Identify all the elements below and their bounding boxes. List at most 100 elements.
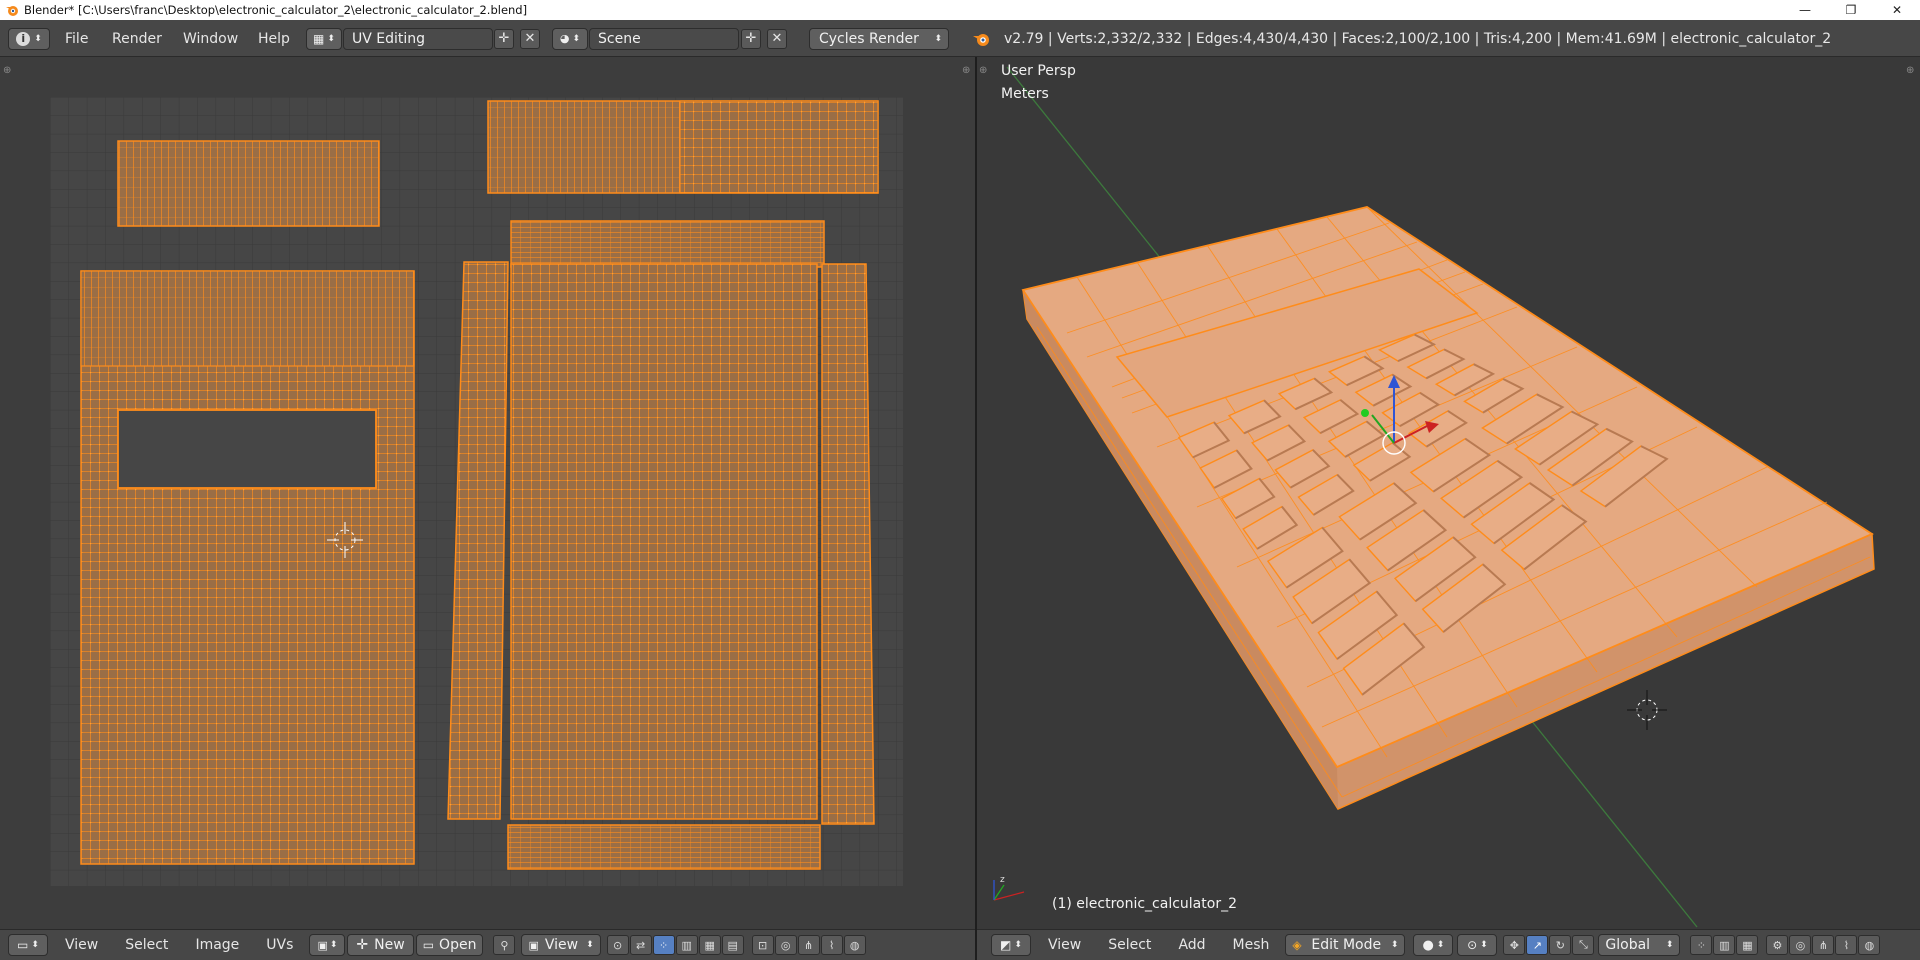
scene-name-field[interactable]: Scene [589,27,739,50]
close-window-button[interactable]: ✕ [1874,0,1920,20]
rotate-manipulator-icon[interactable]: ↻ [1549,935,1572,955]
blender-logo-icon [973,33,989,46]
area-corner-icon[interactable]: ⊕ [979,66,989,76]
uv-canvas[interactable] [0,57,975,929]
uv-island-bottom-strip[interactable] [507,824,821,870]
area-corner-icon[interactable]: ⊕ [962,66,972,76]
3d-menu-add[interactable]: Add [1178,937,1205,953]
minimize-button[interactable]: — [1782,0,1828,20]
3d-viewport-area[interactable]: ⊕ ⊕ z User Persp Meters (1) electronic_c… [977,57,1920,929]
translate-manipulator-icon[interactable]: ↗ [1526,935,1549,955]
delete-screen-button[interactable]: ✕ [520,28,540,49]
3d-viewport-header: ◩ ⬍ View Select Add Mesh ◈ Edit Mode ⬍ ●… [977,929,1920,960]
delete-scene-button[interactable]: ✕ [767,28,787,49]
sync-selection-icon[interactable]: ⇄ [629,935,652,955]
uv-editor-header: ▭ ⬍ View Select Image UVs ▣ ⬍ ✛ New ▭ Open… [0,929,975,960]
view-mode-selector[interactable]: ▣ View ⬍ [521,934,601,956]
open-image-button[interactable]: ▭ Open [415,934,484,956]
image-icon: ▣ [317,938,328,952]
pivot-icon: ⊙ [1467,938,1478,952]
scene-icon: ◕ [559,32,570,45]
3d-menu-mesh[interactable]: Mesh [1233,937,1270,953]
screen-layout-name: UV Editing [352,30,426,47]
axis-gizmo-icon: z [993,875,1025,901]
plus-icon: ✛ [745,31,757,46]
window-titlebar: Blender* [C:\Users\franc\Desktop\electro… [0,0,1920,20]
uv-island-back-face[interactable] [510,220,825,820]
3d-menu-view[interactable]: View [1048,937,1081,953]
3d-cursor-icon[interactable] [1627,690,1667,730]
chevron-updown-icon: ⬍ [1436,940,1445,950]
vertex-select-mode-icon[interactable]: ⁘ [1690,935,1713,955]
chevron-updown-icon: ⬍ [34,33,42,44]
overlay-icon[interactable]: ◍ [1858,935,1881,955]
add-screen-button[interactable]: ✛ [494,28,514,49]
scene-selector[interactable]: ◕ ⬍ [552,27,588,50]
snap-icon[interactable]: ⋔ [1812,935,1835,955]
proportional-edit-icon[interactable]: ◎ [1789,935,1812,955]
snap-target-icon[interactable]: ⌇ [820,935,843,955]
chevron-updown-icon: ⬍ [327,33,335,44]
chevron-updown-icon: ⬍ [31,940,39,950]
snap-icon[interactable]: ⋔ [797,935,820,955]
scale-manipulator-icon[interactable]: ⤡ [1572,935,1595,955]
viewport-shading-selector[interactable]: ● ⬍ [1413,934,1454,956]
limit-selection-icon[interactable]: ⚙ [1766,935,1789,955]
screen-layout-name-field[interactable]: UV Editing [343,27,493,50]
scene-statistics: v2.79 | Verts:2,332/2,332 | Edges:4,430/… [1004,30,1832,47]
restore-button[interactable]: ❐ [1828,0,1874,20]
layout-grid-icon: ▦ [313,31,325,46]
transform-orientation-selector[interactable]: Global ⬍ [1598,934,1681,956]
uv-island-front-face[interactable] [80,270,415,865]
screen-layout-selector[interactable]: ▦ ⬍ [306,27,342,50]
uv-menu-view[interactable]: View [65,937,98,953]
render-engine-selector[interactable]: Cycles Render ⬍ [809,27,949,50]
uv-island-top-strip[interactable] [487,100,879,194]
edge-select-icon[interactable]: ▥ [675,935,698,955]
blender-logo-icon [6,6,18,16]
pin-icon[interactable]: ⚲ [493,935,516,955]
edge-select-mode-icon[interactable]: ▥ [1713,935,1736,955]
uv-island-side-right[interactable] [821,263,875,825]
menu-window[interactable]: Window [183,31,238,47]
view-mode-icon: ▣ [528,938,539,952]
vertex-select-icon[interactable]: ⁘ [652,935,675,955]
editor-type-3d-button[interactable]: ◩ ⬍ [991,934,1031,956]
sticky-mode-icon[interactable]: ⊡ [751,935,774,955]
face-select-mode-icon[interactable]: ▦ [1736,935,1759,955]
pivot-point-selector[interactable]: ⊙ ⬍ [1457,934,1498,956]
uv-editor-area[interactable]: ⊕ ⊕ [0,57,975,929]
editor-type-info-button[interactable]: i ⬍ [8,27,50,50]
area-corner-icon[interactable]: ⊕ [1906,66,1916,76]
chevron-updown-icon: ⬍ [934,33,942,44]
image-browse-button[interactable]: ▣ ⬍ [309,934,346,956]
new-image-button[interactable]: ✛ New [347,934,414,956]
uv-menu-uvs[interactable]: UVs [266,937,293,953]
face-select-icon[interactable]: ▦ [698,935,721,955]
editor-type-uv-button[interactable]: ▭ ⬍ [8,934,48,956]
proportional-edit-icon[interactable]: ◎ [774,935,797,955]
solid-shading-icon: ● [1422,937,1434,953]
view-mode-label: View [544,937,579,953]
menu-help[interactable]: Help [258,31,290,47]
3d-menu-select[interactable]: Select [1108,937,1151,953]
manipulator-toggle-icon[interactable]: ✥ [1503,935,1526,955]
menu-render[interactable]: Render [112,31,162,47]
area-corner-icon[interactable]: ⊕ [3,66,13,76]
pivot-icon[interactable]: ⊙ [606,935,629,955]
edit-mode-icon: ◈ [1292,938,1302,952]
menu-file[interactable]: File [65,31,88,47]
3d-viewport-canvas[interactable]: z [977,57,1920,929]
uv-overlay-icon[interactable]: ◍ [843,935,866,955]
uv-menu-image[interactable]: Image [195,937,239,953]
uv-menu-select[interactable]: Select [125,937,168,953]
interaction-mode-selector[interactable]: ◈ Edit Mode ⬍ [1285,934,1406,956]
snap-target-icon[interactable]: ⌇ [1835,935,1858,955]
add-scene-button[interactable]: ✛ [741,28,761,49]
units-label: Meters [1001,86,1049,102]
chevron-updown-icon: ⬍ [586,940,594,950]
island-select-icon[interactable]: ▤ [721,935,744,955]
transform-orientation-label: Global [1605,937,1651,953]
new-image-label: New [374,937,405,953]
uv-island-display-panel[interactable] [117,140,380,227]
